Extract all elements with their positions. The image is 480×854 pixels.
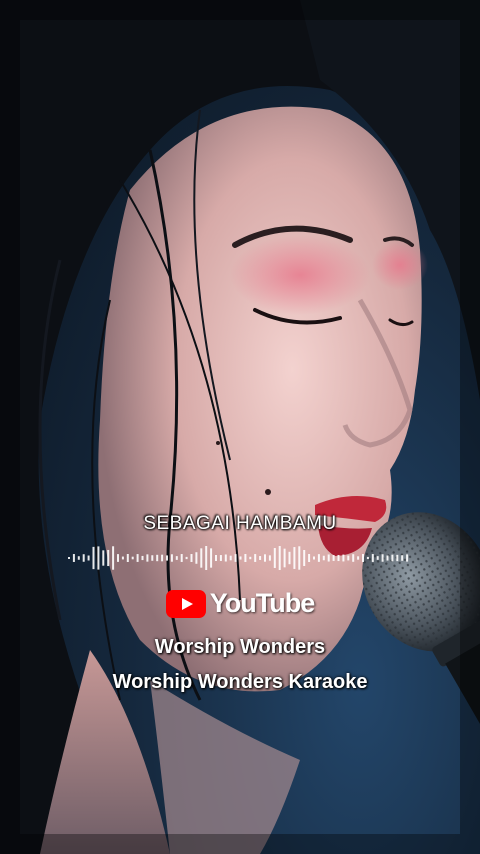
youtube-wordmark: YouTube (209, 588, 315, 618)
channel-subtitle: Worship Wonders Karaoke (112, 671, 368, 693)
youtube-brand[interactable]: YouTube (0, 588, 480, 619)
video-frame[interactable]: SEBAGAI HAMBAMU YouTube Worship Wonders … (0, 0, 480, 854)
audio-waveform-icon (68, 546, 409, 570)
lyric-caption: SEBAGAI HAMBAMU (143, 513, 337, 534)
youtube-play-icon (165, 589, 206, 618)
channel-name: Worship Wonders (154, 636, 326, 658)
singer-photo (0, 0, 480, 854)
